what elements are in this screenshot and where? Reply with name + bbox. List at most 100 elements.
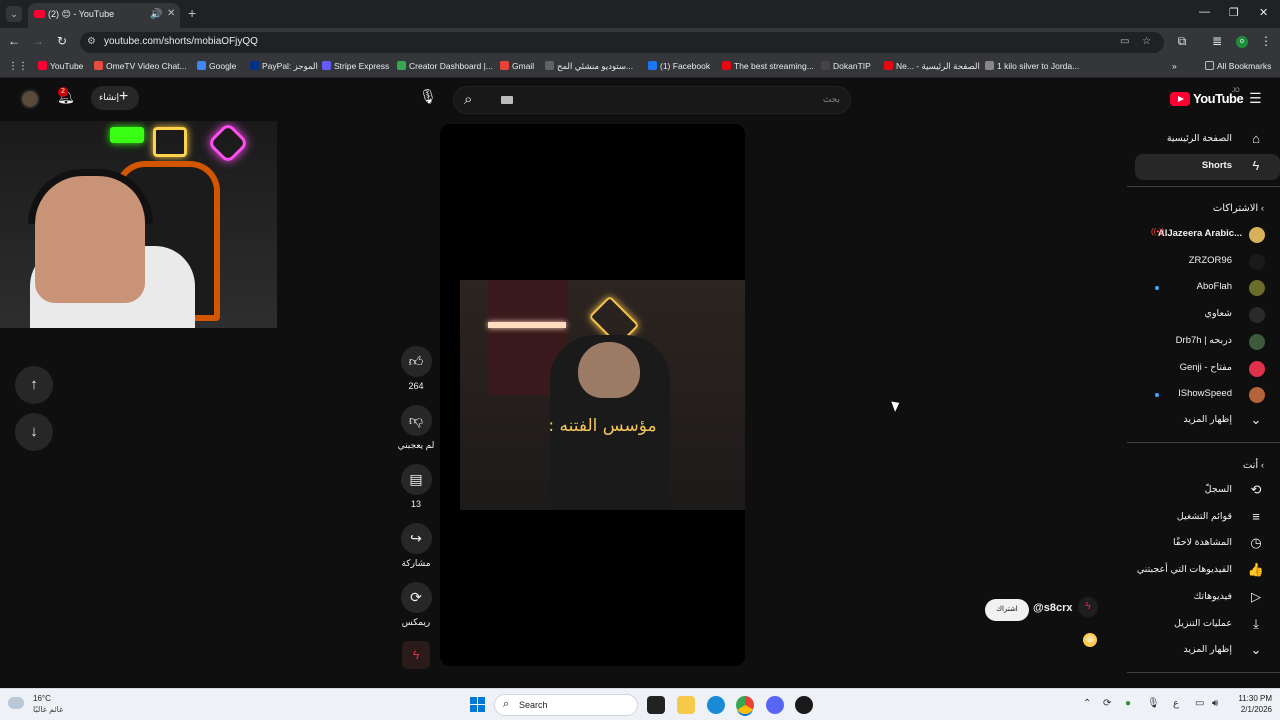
bookmark-item[interactable]: Ne... - الصفحة الرئيسية <box>884 61 980 72</box>
site-info-icon[interactable]: ⚙ <box>87 36 96 47</box>
you-header[interactable]: أنت ‹ <box>1243 460 1264 471</box>
bookmark-star-icon[interactable]: ☆ <box>1142 36 1151 47</box>
create-button[interactable]: إنشاء + <box>91 86 139 110</box>
sidebar-subscription-item[interactable]: AlJazeera Arabic... ((•)) <box>1135 222 1280 248</box>
tab-audio-icon[interactable]: 🔊 <box>150 9 162 20</box>
guide-menu-icon[interactable]: ☰ <box>1249 90 1262 107</box>
weather-description[interactable]: غائم غالبًا <box>33 705 63 714</box>
bookmark-item[interactable]: Creator Dashboard |... <box>397 61 493 71</box>
comments-action[interactable]: ▤ 13 <box>400 464 432 509</box>
bookmark-item[interactable]: Gmail <box>500 61 534 71</box>
keyboard-icon[interactable] <box>501 96 513 104</box>
browser-tab[interactable]: (2) 😊 - YouTube 🔊 ✕ <box>28 3 180 28</box>
comment-icon[interactable]: ▤ <box>400 464 432 495</box>
voice-search-mic-icon[interactable]: 🎙︎ <box>417 88 439 110</box>
sidebar-item-home[interactable]: الصفحة الرئيسية ⌂ <box>1135 127 1280 153</box>
share-action[interactable]: ↪ مشاركة <box>400 523 432 569</box>
taskbar-search-box[interactable]: ⌕ Search <box>494 694 638 716</box>
account-avatar[interactable] <box>20 89 40 109</box>
maximize-icon[interactable]: ❐ <box>1229 6 1239 19</box>
bookmark-item[interactable]: 1 kilo silver to Jorda... <box>985 61 1079 71</box>
sidebar-item-watch-later[interactable]: المشاهدة لاحقًا ◷ <box>1135 531 1280 557</box>
bookmark-item[interactable]: YouTube <box>38 61 83 71</box>
task-view-icon[interactable] <box>647 696 665 714</box>
next-short-button[interactable]: ↓ <box>15 413 53 451</box>
search-icon[interactable]: ⌕ <box>464 91 472 108</box>
menu-icon[interactable]: ⋮ <box>1258 34 1274 48</box>
subscriptions-show-more[interactable]: إظهار المزيد ⌄ <box>1135 408 1280 434</box>
weather-cloud-icon[interactable] <box>8 697 24 709</box>
bookmark-item[interactable]: (1) Facebook <box>648 61 710 71</box>
sidebar-subscription-item[interactable]: ZRZOR96 <box>1135 249 1280 275</box>
system-clock[interactable]: 11:30 PM 2/1/2026 <box>1234 694 1272 714</box>
search-box[interactable]: ⌕ بحث <box>453 86 851 114</box>
channel-handle[interactable]: @s8crx <box>1033 602 1072 614</box>
obs-icon[interactable] <box>795 696 813 714</box>
bookmark-item[interactable]: PayPal: الموجز <box>250 61 318 72</box>
subscriptions-header[interactable]: الاشتراكات ‹ <box>1213 203 1264 214</box>
chrome-icon[interactable] <box>736 696 754 714</box>
back-icon[interactable]: ← <box>6 34 22 48</box>
sidebar-item-shorts[interactable]: Shorts ϟ <box>1135 154 1280 180</box>
volume-icon[interactable]: 🔊︎ <box>1212 698 1218 709</box>
tab-search-dropdown-icon[interactable]: ⌄ <box>6 6 22 22</box>
extensions-icon[interactable]: ⧉ <box>1174 34 1190 49</box>
weather-temperature[interactable]: 16°C <box>33 694 51 703</box>
dislike-icon[interactable]: 👎︎ <box>400 405 432 436</box>
bookmark-item[interactable]: ستوديو منشئي المح... <box>545 61 633 72</box>
microphone-icon[interactable]: 🎙︎ <box>1147 698 1160 709</box>
dislike-action[interactable]: 👎︎ لم يعجبني <box>398 405 434 451</box>
apps-grid-icon[interactable]: ⋮⋮ <box>8 61 28 72</box>
window-close-icon[interactable]: ✕ <box>1259 6 1268 19</box>
edge-icon[interactable] <box>707 696 725 714</box>
bookmark-item[interactable]: Google <box>197 61 236 71</box>
windows-start-icon[interactable] <box>470 697 485 712</box>
previous-short-button[interactable]: ↑ <box>15 366 53 404</box>
status-dot-icon[interactable]: ● <box>1125 698 1131 709</box>
network-icon[interactable]: ▭ <box>1195 698 1204 709</box>
cast-icon[interactable]: ▭ <box>1120 36 1129 47</box>
channel-avatar[interactable]: ϟ <box>1078 597 1098 617</box>
sidebar-subscription-item[interactable]: Genji - مفتاح <box>1135 356 1280 382</box>
all-bookmarks-button[interactable]: All Bookmarks <box>1205 61 1271 71</box>
url-text[interactable]: youtube.com/shorts/mobiaOFjyQQ <box>104 36 258 47</box>
remix-icon[interactable]: ⟳ <box>400 582 432 613</box>
bookmark-label: ستوديو منشئي المح... <box>557 61 634 71</box>
remix-action[interactable]: ⟳ ريمكس <box>400 582 432 628</box>
bookmark-item[interactable]: OmeTV Video Chat... <box>94 61 187 71</box>
sidebar-item-history[interactable]: السجلّ ⟲ <box>1135 478 1280 504</box>
sidebar-subscription-item[interactable]: AboFlah <box>1135 275 1280 301</box>
keyboard-language[interactable]: ع <box>1173 698 1179 709</box>
like-action[interactable]: 👍︎ 264 <box>400 346 432 391</box>
sidebar-subscription-item[interactable]: Drb7h | دربحه <box>1135 329 1280 355</box>
sidebar-item-your-videos[interactable]: فيديوهاتك ▷ <box>1135 585 1280 611</box>
like-icon[interactable]: 👍︎ <box>400 346 432 377</box>
search-input[interactable]: بحث <box>823 94 840 105</box>
sidebar-subscription-item[interactable]: IShowSpeed <box>1135 382 1280 408</box>
discord-icon[interactable] <box>766 696 784 714</box>
reload-icon[interactable]: ↻ <box>54 34 70 48</box>
profile-avatar[interactable]: o <box>1236 36 1248 48</box>
sound-thumbnail[interactable]: ϟ <box>402 641 430 669</box>
reading-list-icon[interactable]: ≣ <box>1209 34 1225 48</box>
tab-close-icon[interactable]: ✕ <box>167 8 175 19</box>
you-show-more[interactable]: إظهار المزيد ⌄ <box>1135 638 1280 664</box>
more-bookmarks-icon[interactable]: » <box>1172 61 1177 71</box>
bookmark-item[interactable]: Stripe Express <box>322 61 389 71</box>
sidebar-subscription-item[interactable]: شعاوي <box>1135 302 1280 328</box>
sidebar-item-playlists[interactable]: قوائم التشغيل ≡ <box>1135 505 1280 531</box>
bookmark-item[interactable]: The best streaming... <box>722 61 814 71</box>
file-explorer-icon[interactable] <box>677 696 695 714</box>
sync-icon[interactable]: ⟳ <box>1103 698 1111 709</box>
sidebar-item-liked[interactable]: الفيديوهات التي أعجبتني 👍 <box>1135 558 1280 584</box>
address-bar[interactable]: ⚙ youtube.com/shorts/mobiaOFjyQQ ▭ ☆ <box>80 32 1164 53</box>
share-icon[interactable]: ↪ <box>400 523 432 554</box>
forward-icon[interactable]: → <box>30 34 46 48</box>
short-video-player[interactable]: مؤسس الفتنه : <box>440 124 745 666</box>
subscribe-button[interactable]: اشتراك <box>985 599 1029 621</box>
minimize-icon[interactable]: — <box>1199 6 1210 18</box>
bookmark-item[interactable]: DokanTIP <box>821 61 871 71</box>
tray-overflow-icon[interactable]: ⌃ <box>1083 698 1091 709</box>
sidebar-item-download[interactable]: عمليات التنزيل ⤓ <box>1135 612 1280 638</box>
new-tab-button[interactable]: + <box>188 5 196 21</box>
